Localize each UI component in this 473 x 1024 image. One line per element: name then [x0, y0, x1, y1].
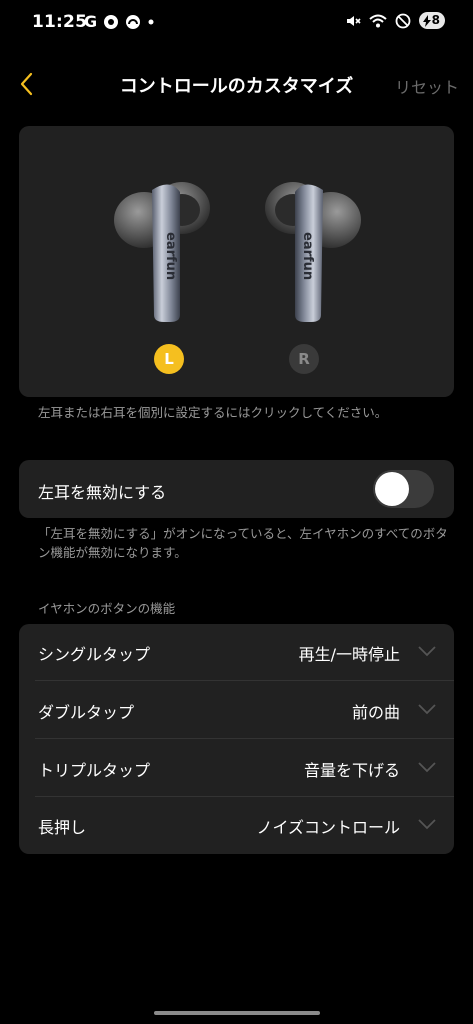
wifi-icon	[368, 14, 387, 27]
reset-button[interactable]: リセット	[395, 74, 459, 98]
selection-hint: 左耳または右耳を個別に設定するにはクリックしてください。	[38, 405, 388, 420]
row-divider	[35, 680, 454, 681]
gauge-app-icon	[126, 14, 141, 29]
row-label: ダブルタップ	[38, 702, 135, 722]
row-value: 再生/一時停止	[298, 644, 400, 664]
battery-indicator: 8	[418, 12, 445, 29]
mute-icon	[346, 15, 361, 26]
disable-left-label: 左耳を無効にする	[38, 483, 167, 502]
row-value: ノイズコントロール	[256, 817, 400, 837]
function-row-single-tap[interactable]: シングルタップ 再生/一時停止	[19, 624, 454, 681]
status-right-icons: 8	[345, 12, 445, 29]
earbud-selector-card	[19, 126, 454, 397]
function-row-long-press[interactable]: 長押し ノイズコントロール	[19, 797, 454, 854]
row-value: 音量を下げる	[303, 760, 400, 780]
section-title: イヤホンのボタンの機能	[38, 601, 176, 616]
function-row-double-tap[interactable]: ダブルタップ 前の曲	[19, 682, 454, 739]
row-label: 長押し	[38, 817, 87, 837]
right-earbud-logo: earfun	[300, 232, 315, 280]
left-earbud-image[interactable]: earfun	[110, 170, 220, 330]
function-row-triple-tap[interactable]: トリプルタップ 音量を下げる	[19, 740, 454, 797]
left-earbud-logo: earfun	[163, 232, 178, 280]
toggle-knob	[375, 472, 409, 506]
charging-icon	[422, 14, 431, 27]
notification-app-icon	[104, 14, 119, 29]
row-label: トリプルタップ	[38, 760, 151, 780]
chevron-down-icon	[418, 704, 436, 715]
chevron-down-icon	[418, 762, 436, 773]
function-list: シングルタップ 再生/一時停止 ダブルタップ 前の曲 トリプルタップ 音量を下げ…	[19, 624, 454, 854]
disable-left-note: 「左耳を無効にする」がオンになっていると、左イヤホンのすべてのボタン機能が無効に…	[38, 526, 448, 560]
chevron-down-icon	[418, 646, 436, 657]
google-icon: G	[84, 12, 98, 31]
chevron-down-icon	[418, 819, 436, 830]
dot-icon	[148, 19, 154, 24]
status-time: 11:25	[32, 12, 88, 32]
row-divider	[35, 738, 454, 739]
battery-level: 8	[431, 13, 440, 27]
home-indicator[interactable]	[154, 1011, 320, 1015]
row-label: シングルタップ	[38, 644, 151, 664]
right-ear-badge[interactable]: R	[289, 344, 319, 374]
status-left-icons: G	[84, 12, 155, 31]
dnd-icon	[395, 13, 411, 28]
right-earbud-image[interactable]: earfun	[255, 170, 365, 330]
row-value: 前の曲	[351, 702, 400, 722]
left-ear-badge[interactable]: L	[154, 344, 184, 374]
